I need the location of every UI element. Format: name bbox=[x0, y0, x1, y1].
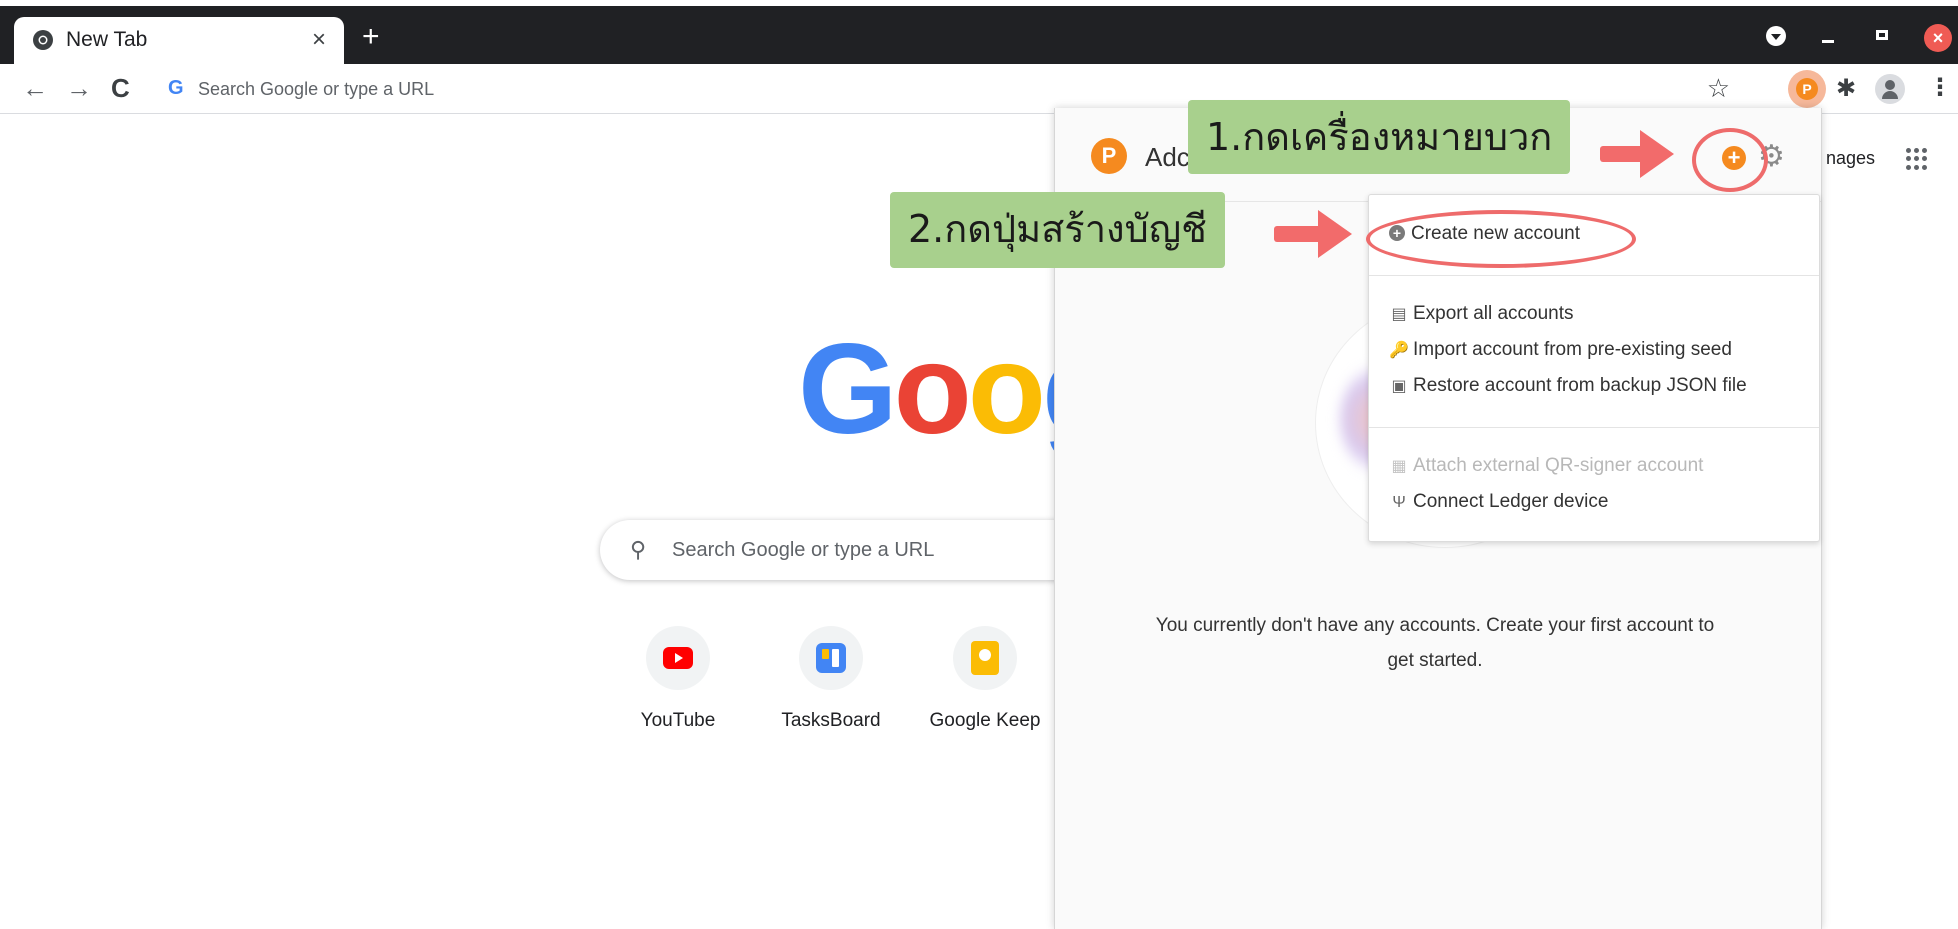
shortcut-google-keep[interactable]: Google Keep bbox=[925, 626, 1045, 732]
qr-code-icon: ▦ bbox=[1391, 458, 1407, 475]
bookmark-star-icon[interactable]: ☆ bbox=[1707, 73, 1730, 104]
empty-accounts-message: You currently don't have any accounts. C… bbox=[1155, 615, 1715, 671]
menu-divider bbox=[1369, 275, 1819, 276]
new-tab-button[interactable]: + bbox=[362, 22, 380, 52]
forward-arrow-icon[interactable]: → bbox=[66, 73, 92, 103]
browser-toolbar: ← → C G Search Google or type a URL ☆ P … bbox=[0, 64, 1958, 114]
menu-item-connect-ledger[interactable]: Ψ Connect Ledger device bbox=[1389, 491, 1608, 513]
tasksboard-icon bbox=[816, 643, 846, 673]
google-logo: Goog bbox=[798, 320, 1058, 460]
step-2-arrow-icon bbox=[1274, 210, 1352, 258]
reload-icon[interactable]: C bbox=[111, 73, 130, 103]
apps-grid-icon[interactable] bbox=[1906, 148, 1928, 170]
tab-new-tab[interactable]: New Tab × bbox=[14, 17, 344, 64]
shortcut-label: TasksBoard bbox=[781, 710, 881, 731]
google-g-icon: G bbox=[168, 77, 184, 99]
polkadot-extension-icon[interactable]: P bbox=[1788, 70, 1826, 108]
menu-divider bbox=[1369, 427, 1819, 428]
maximize-button[interactable] bbox=[1876, 30, 1888, 40]
images-link[interactable]: nages bbox=[1826, 148, 1875, 169]
window-close-button[interactable]: × bbox=[1924, 24, 1952, 52]
step-2-callout: 2.กดปุ่มสร้างบัญชี bbox=[890, 192, 1225, 268]
menu-item-export[interactable]: ▤ Export all accounts bbox=[1389, 303, 1573, 325]
step-1-arrow-icon bbox=[1600, 130, 1674, 178]
search-placeholder: Search Google or type a URL bbox=[672, 539, 935, 561]
step-1-callout: 1.กดเครื่องหมายบวก bbox=[1188, 100, 1571, 174]
menu-item-import-seed[interactable]: 🔑 Import account from pre-existing seed bbox=[1389, 339, 1732, 361]
usb-icon: Ψ bbox=[1392, 494, 1406, 511]
tab-search-icon[interactable] bbox=[1766, 26, 1786, 46]
key-icon: 🔑 bbox=[1389, 342, 1409, 359]
shortcut-label: Google Keep bbox=[929, 710, 1041, 731]
back-arrow-icon[interactable]: ← bbox=[22, 73, 48, 103]
search-icon: ⚲ bbox=[630, 537, 647, 562]
keep-icon bbox=[971, 641, 999, 675]
shortcut-tasksboard[interactable]: TasksBoard bbox=[771, 626, 891, 732]
highlight-ring-add-button bbox=[1692, 128, 1768, 192]
highlight-ring-create-account bbox=[1366, 210, 1636, 268]
chrome-icon bbox=[33, 30, 53, 50]
minimize-button[interactable] bbox=[1822, 40, 1834, 43]
menu-item-restore-json[interactable]: ▣ Restore account from backup JSON file bbox=[1389, 375, 1746, 397]
popup-title: Adc bbox=[1145, 142, 1190, 172]
browser-title-bar: New Tab × + × bbox=[0, 0, 1958, 64]
tab-title: New Tab bbox=[66, 28, 148, 51]
menu-kebab-icon[interactable]: ⋮ bbox=[1928, 74, 1952, 102]
shortcut-youtube[interactable]: YouTube bbox=[618, 626, 738, 732]
file-upload-icon: ▣ bbox=[1391, 378, 1407, 395]
shortcut-label: YouTube bbox=[640, 710, 716, 731]
extensions-puzzle-icon[interactable]: ✱ bbox=[1836, 74, 1856, 103]
polkadot-logo-icon: P bbox=[1091, 138, 1127, 174]
tab-close-icon[interactable]: × bbox=[312, 26, 326, 54]
youtube-icon bbox=[663, 647, 693, 669]
screen: New Tab × + × ← → C G Search Google or t… bbox=[0, 0, 1958, 929]
address-bar-placeholder: Search Google or type a URL bbox=[198, 79, 435, 99]
polkadot-badge: P bbox=[1796, 78, 1818, 100]
profile-avatar-icon[interactable] bbox=[1875, 74, 1905, 104]
menu-item-attach-qr[interactable]: ▦ Attach external QR-signer account bbox=[1389, 455, 1703, 477]
export-icon: ▤ bbox=[1391, 306, 1407, 323]
